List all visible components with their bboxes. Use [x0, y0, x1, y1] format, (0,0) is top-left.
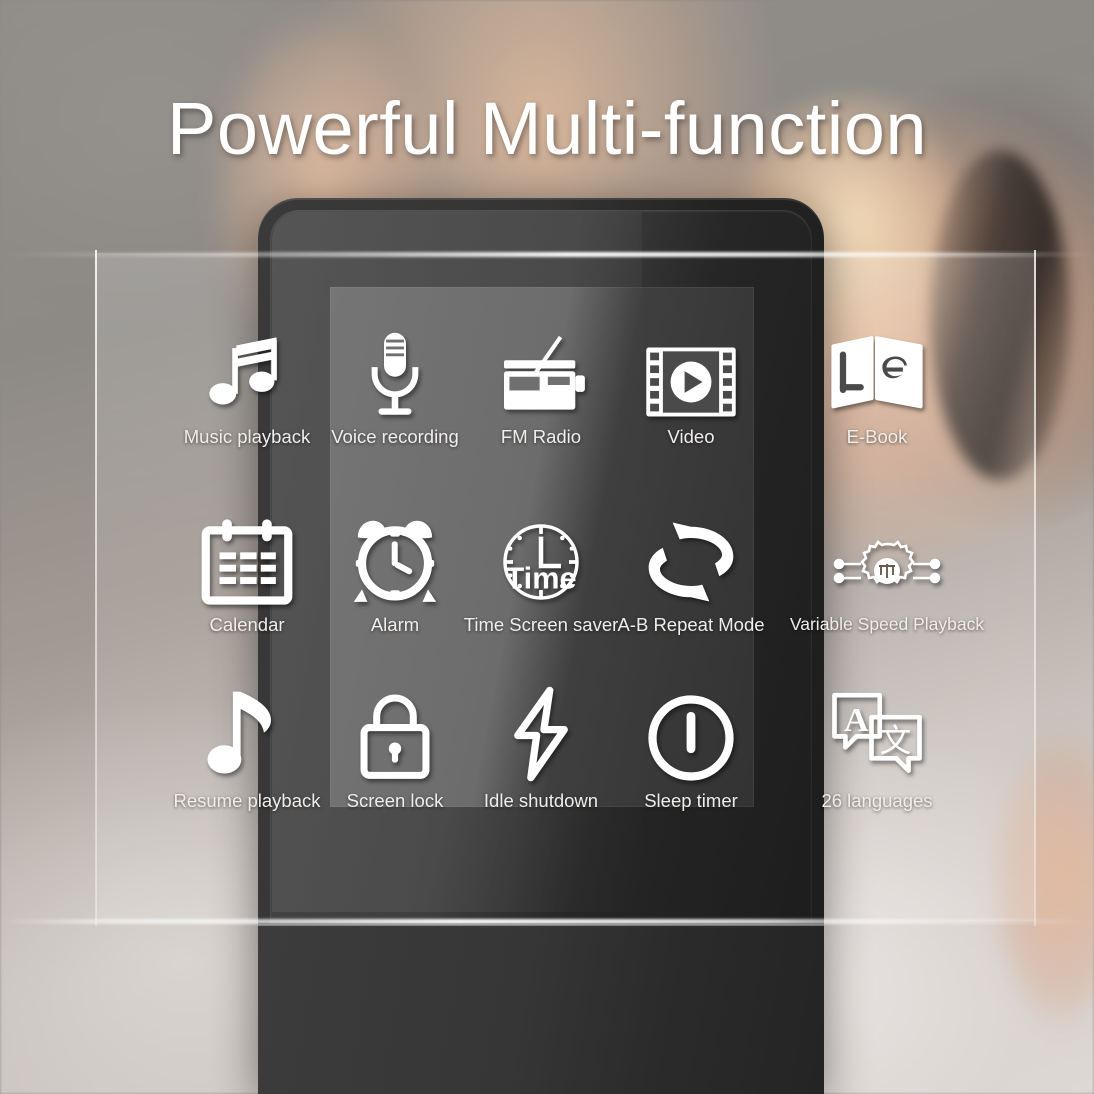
- feature-label: Variable Speed Playback: [789, 614, 985, 634]
- page-title: Powerful Multi-function: [166, 87, 928, 170]
- feature-video[interactable]: Video: [596, 322, 786, 447]
- gear-circuit-icon: [757, 510, 1017, 606]
- translate-icon-cjk: 文: [880, 722, 912, 758]
- feature-variable-speed-playback[interactable]: Variable Speed Playback: [757, 510, 1017, 634]
- device-lower-body: M: [258, 924, 824, 1094]
- clock-icon-text: Time: [506, 562, 577, 596]
- film-play-icon: [596, 322, 786, 418]
- marketing-banner: Powerful Multi-function M Music playback: [0, 0, 1094, 1094]
- feature-label: Video: [667, 426, 715, 447]
- feature-label: 26 languages: [821, 790, 933, 811]
- feature-label: E-Book: [846, 426, 908, 447]
- feature-label: Sleep timer: [644, 790, 738, 811]
- glass-edge-left: [95, 250, 97, 926]
- power-button-icon: [596, 686, 786, 782]
- feature-sleep-timer[interactable]: Sleep timer: [596, 686, 786, 811]
- feature-e-book[interactable]: E-Book: [782, 322, 972, 447]
- translate-icon-latin: A: [844, 701, 869, 739]
- glass-edge-right: [1034, 250, 1036, 926]
- translate-icon: A 文: [782, 686, 972, 782]
- feature-26-languages[interactable]: A 文 26 languages: [782, 686, 972, 811]
- open-book-icon: [782, 322, 972, 418]
